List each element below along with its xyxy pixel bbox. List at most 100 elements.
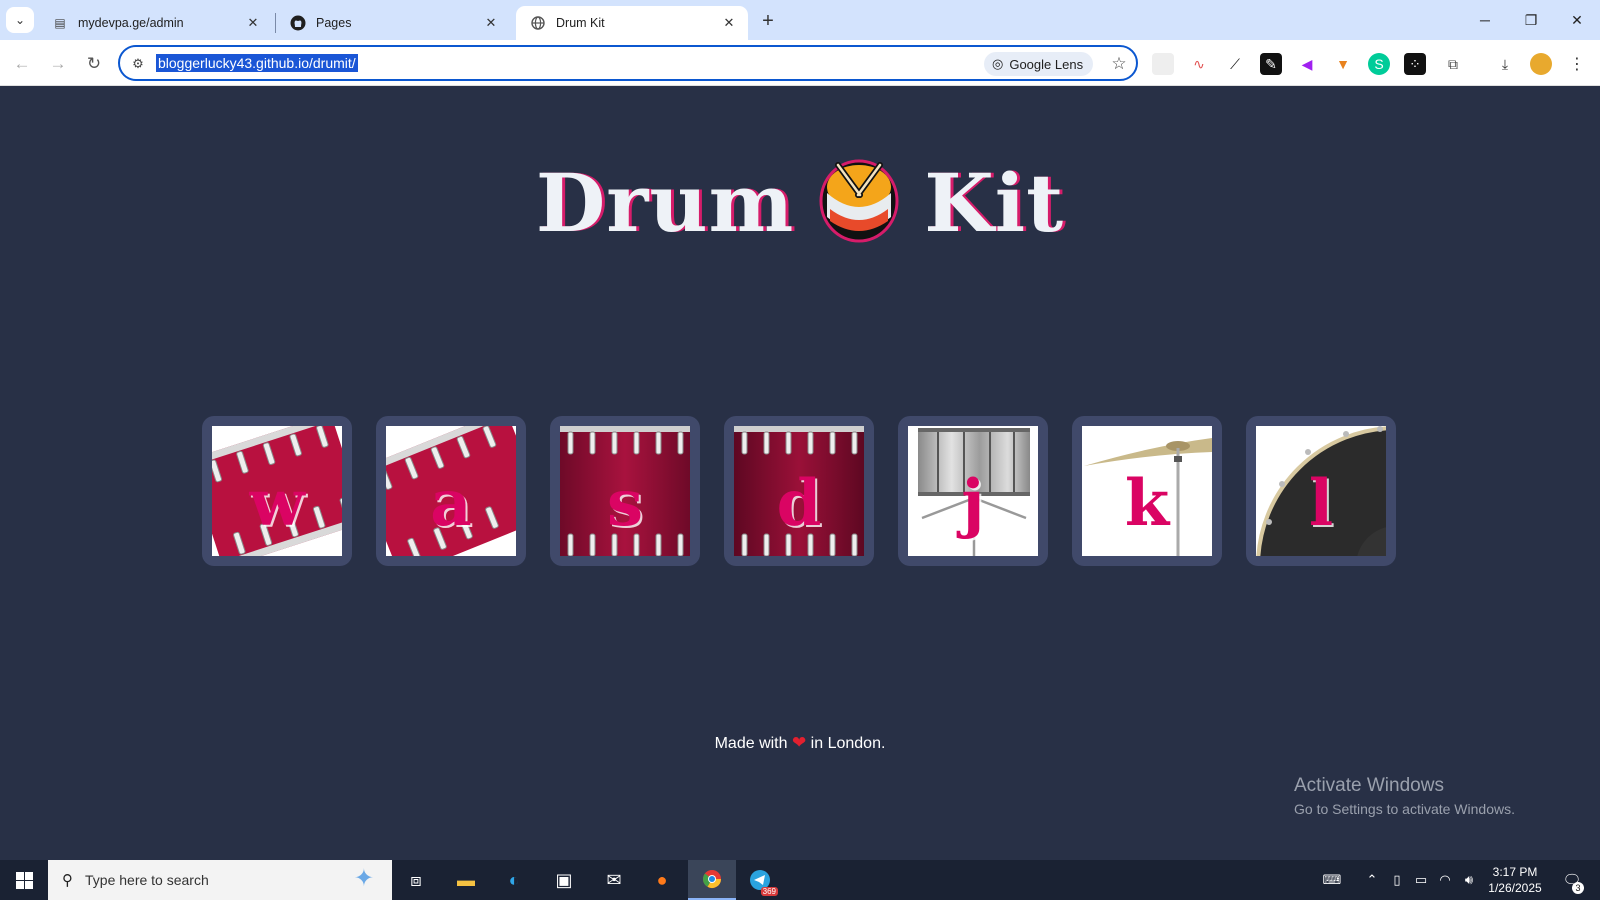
tom-drum-image: a [386,426,516,556]
drum-key-label: s [606,465,644,541]
extension-swirl-icon[interactable]: S [1368,53,1390,75]
drum-emoji-icon [816,151,902,243]
github-icon [290,15,306,31]
chevron-down-icon: ⌄ [14,13,26,27]
taskbar-clock[interactable]: 3:17 PM 1/26/2025 [1480,864,1550,896]
file-explorer-button[interactable]: ▬ [442,860,490,900]
google-lens-button[interactable]: ◎ Google Lens [984,52,1094,76]
back-button[interactable]: ← [8,50,36,78]
restore-button[interactable]: ❐ [1508,0,1554,40]
network-icon[interactable]: ◠ [1434,860,1456,900]
drum-pad-k[interactable]: k [1072,416,1222,566]
profile-avatar[interactable] [1530,53,1552,75]
drum-pad-w[interactable]: w [202,416,352,566]
tab-search-button[interactable]: ⌄ [6,7,34,33]
drum-pad-l[interactable]: l [1246,416,1396,566]
restore-icon: ❐ [1524,11,1538,28]
search-highlight-icon: ✦ [353,865,374,892]
drum-pad-d[interactable]: d [724,416,874,566]
address-bar[interactable]: ⚙ bloggerlucky43.github.io/drumit/ ◎ Goo… [118,45,1138,81]
volume-icon[interactable]: 🔊︎ [1458,860,1480,900]
extensions-puzzle-icon[interactable]: ⧉ [1442,53,1464,75]
mail-button[interactable]: ✉ [590,860,638,900]
keyboard-layout-icon[interactable]: ⌨ [1316,860,1348,900]
store-button[interactable]: ▣ [540,860,588,900]
drum-pad-a[interactable]: a [376,416,526,566]
metamask-fox-icon[interactable]: ▼ [1332,53,1354,75]
footer-prefix: Made with [714,735,788,752]
edge-button[interactable]: ◐ [490,860,538,900]
site-info-icon[interactable]: ⚙ [128,54,148,74]
kick-drum-image: l [1256,426,1386,556]
drum-pad-j[interactable]: j [898,416,1048,566]
extension-blank-icon[interactable] [1152,53,1174,75]
battery-icon[interactable]: ▭ [1410,860,1432,900]
tab-strip: ⌄ ▤ mydevpa.ge/admin ✕ Pages ✕ Drum Kit … [0,0,1600,40]
firefox-button[interactable]: ● [638,860,686,900]
snare-drum-image: j [908,426,1038,556]
start-button[interactable] [0,860,48,900]
menu-kebab-icon[interactable]: ⋮ [1566,53,1588,75]
notification-count-badge: 3 [1572,882,1584,894]
drum-key-label: k [1124,465,1170,541]
tom-drum-image: d [734,426,864,556]
extension-pen-icon[interactable]: ✎ [1260,53,1282,75]
search-icon: ⚲ [62,872,73,889]
close-icon[interactable]: ✕ [482,14,500,32]
notification-center-button[interactable]: 🗨︎ 3 [1554,860,1590,900]
drum-pad-s[interactable]: s [550,416,700,566]
clock-date: 1/26/2025 [1488,881,1542,895]
extension-dice-icon[interactable]: ⁘ [1404,53,1426,75]
chrome-icon [703,870,721,889]
task-view-icon: ⧈ [410,869,422,890]
globe-icon [530,15,546,31]
show-hidden-icons-button[interactable]: ⌃ [1362,860,1382,900]
taskbar-search-input[interactable]: ⚲ Type here to search ✦ [48,860,392,900]
task-view-button[interactable]: ⧈ [392,860,440,900]
extension-chart-icon[interactable]: ⟋ [1224,53,1246,75]
drum-key-label: l [1308,465,1334,541]
minimize-button[interactable]: ─ [1462,0,1508,40]
tom-drum-image: w [212,426,342,556]
forward-button[interactable]: → [44,50,72,78]
footer-suffix: in London. [810,735,886,752]
edge-icon: ◐ [508,869,520,890]
tab-pages[interactable]: Pages ✕ [276,6,510,40]
drum-key-label: j [961,465,985,541]
windows-taskbar: ⚲ Type here to search ✦ ⧈ ▬ ◐ ▣ ✉ ● 369 … [0,860,1600,900]
mail-icon: ✉ [606,869,622,890]
drum-kit-page: Drum Kit w a s d j k l Made with ❤ in Lo… [0,87,1600,860]
close-icon[interactable]: ✕ [720,14,738,32]
folder-icon: ▬ [457,869,475,890]
search-placeholder: Type here to search [85,872,209,888]
chrome-button[interactable] [688,860,736,900]
tab-title: Drum Kit [556,16,605,30]
extension-arrow-icon[interactable]: ◀ [1296,53,1318,75]
tab-title: mydevpa.ge/admin [78,16,184,30]
bookmark-star-icon[interactable]: ☆ [1108,53,1130,75]
tab-mydevpage[interactable]: ▤ mydevpa.ge/admin ✕ [38,6,272,40]
close-window-button[interactable]: ✕ [1554,0,1600,40]
lens-label: Google Lens [1009,56,1084,72]
url-text[interactable]: bloggerlucky43.github.io/drumit/ [156,54,358,72]
reload-button[interactable]: ↻ [80,50,108,78]
minimize-icon: ─ [1480,12,1490,28]
extension-signature-icon[interactable]: ∿ [1188,53,1210,75]
arrow-left-icon: ← [13,54,31,73]
tab-title: Pages [316,16,352,30]
telegram-button[interactable]: 369 [736,860,784,900]
close-icon[interactable]: ✕ [244,14,262,32]
reload-icon: ↻ [86,54,102,73]
crash-cymbal-image: k [1082,426,1212,556]
title-word-kit: Kit [924,156,1065,250]
drum-set: w a s d j k l [202,416,1398,566]
telegram-unread-badge: 369 [760,887,778,896]
page-icon: ▤ [54,16,66,30]
tab-drum-kit[interactable]: Drum Kit ✕ [516,6,748,40]
windows-logo-icon [15,871,33,889]
browser-toolbar: ← → ↻ ⚙ bloggerlucky43.github.io/drumit/… [0,40,1600,86]
meet-now-icon[interactable]: ▯ [1386,860,1408,900]
new-tab-button[interactable]: + [756,9,780,33]
download-icon[interactable]: ⤓ [1494,53,1516,75]
plus-icon: + [762,9,774,32]
